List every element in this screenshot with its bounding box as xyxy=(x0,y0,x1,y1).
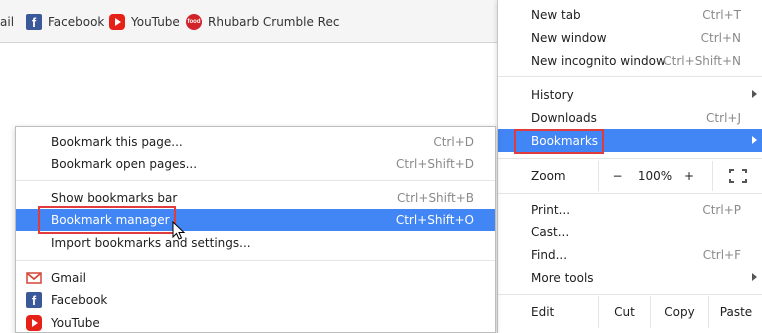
submenu-arrow-icon xyxy=(752,90,757,98)
submenu-item-show-bookmarks-bar[interactable]: Show bookmarks bar Ctrl+Shift+B xyxy=(16,187,495,209)
cut-button[interactable]: Cut xyxy=(598,296,650,328)
menu-item-new-incognito-window[interactable]: New incognito window Ctrl+Shift+N xyxy=(498,49,762,72)
zoom-in-button[interactable]: + xyxy=(674,161,704,191)
submenu-separator xyxy=(16,180,495,181)
fullscreen-icon xyxy=(729,169,747,183)
chrome-main-menu: New tab Ctrl+T New window Ctrl+N New inc… xyxy=(497,0,762,333)
menu-item-more-tools[interactable]: More tools xyxy=(498,266,762,289)
menu-separator xyxy=(498,76,762,77)
submenu-bookmark-facebook[interactable]: f Facebook xyxy=(16,289,495,311)
menu-item-downloads[interactable]: Downloads Ctrl+J xyxy=(498,106,762,129)
facebook-icon: f xyxy=(26,14,42,30)
bookmark-facebook[interactable]: f Facebook xyxy=(26,13,104,31)
mouse-cursor-icon xyxy=(172,221,186,240)
submenu-arrow-icon xyxy=(752,136,757,144)
menu-item-new-tab[interactable]: New tab Ctrl+T xyxy=(498,3,762,26)
bookmark-rhubarb-crumble[interactable]: food Rhubarb Crumble Rec xyxy=(186,13,339,31)
bookmarks-submenu: Bookmark this page... Ctrl+D Bookmark op… xyxy=(15,126,496,333)
menu-item-bookmarks[interactable]: Bookmarks xyxy=(498,129,762,152)
submenu-separator xyxy=(16,260,495,261)
menu-item-find[interactable]: Find... Ctrl+F xyxy=(498,243,762,266)
paste-button[interactable]: Paste xyxy=(708,296,762,328)
submenu-item-import-bookmarks[interactable]: Import bookmarks and settings... xyxy=(16,232,495,254)
submenu-item-bookmark-manager[interactable]: Bookmark manager Ctrl+Shift+O xyxy=(16,209,495,231)
bookmark-youtube[interactable]: YouTube xyxy=(109,13,180,31)
menu-item-history[interactable]: History xyxy=(498,83,762,106)
bookmark-gmail-partial[interactable]: ail xyxy=(0,13,14,31)
submenu-bookmark-youtube[interactable]: YouTube xyxy=(16,312,495,333)
submenu-bookmark-gmail[interactable]: Gmail xyxy=(16,267,495,289)
menu-separator xyxy=(498,193,762,194)
youtube-icon xyxy=(109,14,125,30)
edit-row: Edit Cut Copy Paste xyxy=(498,296,762,328)
zoom-level: 100% xyxy=(637,169,673,183)
facebook-icon: f xyxy=(26,292,42,308)
fullscreen-button[interactable] xyxy=(712,161,762,191)
food-icon: food xyxy=(186,14,202,30)
menu-item-cast[interactable]: Cast... xyxy=(498,220,762,243)
menu-separator xyxy=(498,158,762,159)
submenu-arrow-icon xyxy=(752,273,757,281)
menu-item-print[interactable]: Print... Ctrl+P xyxy=(498,198,762,221)
submenu-item-bookmark-open-pages[interactable]: Bookmark open pages... Ctrl+Shift+D xyxy=(16,153,495,175)
menu-separator xyxy=(498,294,762,295)
submenu-item-bookmark-this-page[interactable]: Bookmark this page... Ctrl+D xyxy=(16,131,495,153)
zoom-row: Zoom − 100% + xyxy=(498,161,762,191)
zoom-out-button[interactable]: − xyxy=(598,161,636,191)
copy-button[interactable]: Copy xyxy=(650,296,708,328)
menu-item-new-window[interactable]: New window Ctrl+N xyxy=(498,26,762,49)
youtube-icon xyxy=(26,315,42,331)
gmail-icon xyxy=(26,270,42,286)
